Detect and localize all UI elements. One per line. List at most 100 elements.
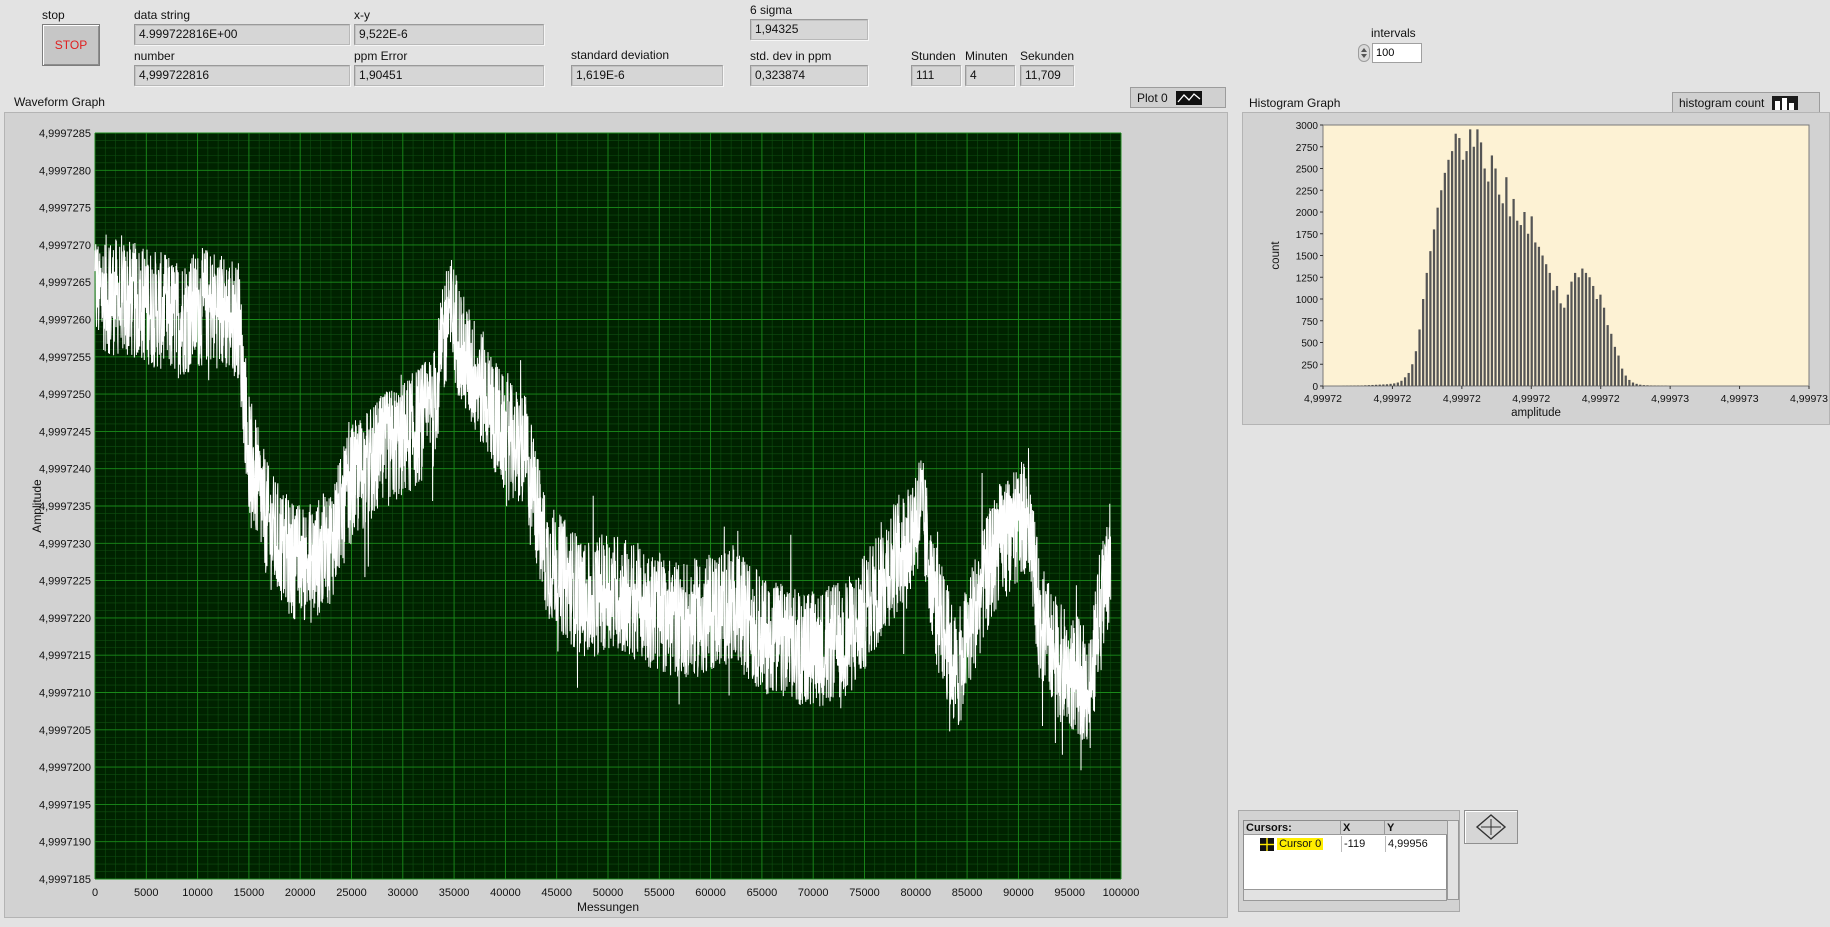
waveform-title: Waveform Graph: [14, 95, 105, 109]
data-string-label: data string: [134, 8, 191, 22]
waveform-plot-area[interactable]: 0 5000 10000 15000 20000 25000 30000 35000 40000…: [5, 113, 1227, 917]
histogram-bar: [1628, 379, 1631, 386]
y-tick-label: 1500: [1296, 252, 1319, 263]
histogram-bar: [1505, 177, 1508, 386]
xy-label: x-y: [354, 8, 370, 22]
histogram-bar: [1526, 233, 1530, 386]
y-tick-label: 1750: [1296, 230, 1319, 241]
histogram-bar: [1624, 375, 1627, 386]
histogram-bar: [1414, 351, 1418, 386]
xy-indicator: 9,522E-6: [354, 24, 544, 45]
y-tick-label: 3000: [1296, 121, 1319, 132]
cursor-header-y: Y: [1385, 821, 1448, 835]
histogram-bar: [1519, 225, 1522, 386]
histogram-bar: [1483, 168, 1486, 386]
histogram-legend-label: histogram count: [1679, 95, 1765, 110]
std-dev-ppm-indicator: 0,323874: [750, 65, 868, 86]
histogram-bar: [1621, 368, 1624, 386]
y-tick-label: 4,9997280: [39, 165, 91, 177]
x-tick-label: 35000: [439, 887, 470, 899]
histogram-bar: [1570, 281, 1573, 386]
x-tick-label: 60000: [695, 887, 726, 899]
cursor-horizontal-scrollbar[interactable]: [1243, 889, 1447, 901]
histogram-bar: [1635, 383, 1638, 386]
crosshair-icon: [1260, 837, 1274, 851]
cursor-name: Cursor 0: [1277, 838, 1324, 850]
y-tick-label: 250: [1301, 360, 1318, 371]
six-sigma-indicator: 1,94325: [750, 19, 868, 40]
histogram-bar: [1646, 385, 1649, 386]
x-tick-label: 4,99973: [1721, 393, 1759, 405]
x-tick-label: 45000: [541, 887, 572, 899]
intervals-label: intervals: [1371, 26, 1416, 40]
y-tick-label: 750: [1301, 317, 1318, 328]
histogram-bar: [1476, 129, 1479, 386]
y-tick-label: 2000: [1296, 208, 1319, 219]
histogram-bar: [1356, 385, 1360, 386]
histogram-bar: [1516, 220, 1519, 386]
x-axis-label: Messungen: [577, 900, 639, 914]
histogram-bar: [1425, 272, 1428, 386]
histogram-bar: [1559, 303, 1562, 386]
histogram-bar: [1378, 384, 1381, 386]
histogram-bar: [1385, 384, 1389, 386]
y-tick-label: 1000: [1296, 295, 1319, 306]
x-tick-label: 90000: [1003, 887, 1034, 899]
cursor-header-name: Cursors:: [1244, 821, 1341, 835]
histogram-bar: [1396, 382, 1399, 386]
waveform-plot-legend[interactable]: Plot 0: [1130, 87, 1226, 108]
histogram-bar: [1537, 246, 1541, 386]
histogram-bar: [1545, 264, 1548, 386]
y-tick-label: 4,9997235: [39, 501, 91, 513]
cursor-y-value[interactable]: 4,99956: [1385, 836, 1448, 852]
cursor-vertical-scrollbar[interactable]: [1447, 820, 1459, 900]
std-dev-indicator: 1,619E-6: [571, 65, 723, 86]
intervals-input[interactable]: [1372, 43, 1422, 63]
seconds-label: Sekunden: [1020, 49, 1075, 63]
line-plot-icon: [1175, 90, 1202, 105]
histogram-bar: [1440, 190, 1443, 386]
histogram-bar: [1429, 251, 1432, 386]
x-tick-label: 40000: [490, 887, 521, 899]
cursor-x-value[interactable]: -119: [1341, 836, 1385, 852]
y-tick-label: 4,9997255: [39, 352, 91, 364]
x-tick-label: 85000: [952, 887, 983, 899]
histogram-plot-legend[interactable]: histogram count: [1672, 92, 1820, 113]
minutes-indicator: 4: [965, 65, 1015, 86]
histogram-bar: [1472, 146, 1475, 386]
cursor-move-button[interactable]: [1464, 810, 1518, 844]
cursor-row-name[interactable]: Cursor 0: [1258, 836, 1341, 852]
stop-button[interactable]: STOP: [42, 24, 100, 66]
histogram-bar: [1422, 299, 1425, 386]
y-tick-label: 4,9997215: [39, 650, 91, 662]
y-tick-label: 1250: [1296, 273, 1319, 284]
number-indicator: 4,999722816: [134, 65, 350, 86]
std-dev-ppm-label: std. dev in ppm: [750, 49, 832, 63]
histogram-bar: [1523, 212, 1526, 386]
ppm-error-label: ppm Error: [354, 49, 408, 63]
y-axis-label: Amplitude: [30, 479, 44, 533]
histogram-bar: [1555, 285, 1559, 386]
x-tick-label: 20000: [285, 887, 316, 899]
stop-button-text: STOP: [54, 38, 88, 52]
x-tick-label: 10000: [182, 887, 213, 899]
diamond-arrows-icon: [1475, 814, 1507, 840]
y-tick-label: 4,9997275: [39, 203, 91, 215]
histogram-bar: [1563, 307, 1566, 386]
x-tick-label: 50000: [593, 887, 624, 899]
histogram-bar: [1432, 229, 1436, 386]
histogram-bar: [1375, 384, 1378, 386]
x-tick-label: 25000: [336, 887, 367, 899]
x-tick-label: 4,99972: [1582, 393, 1620, 405]
y-tick-label: 4,9997285: [39, 128, 91, 140]
x-tick-label: 0: [92, 887, 98, 899]
histogram-bar: [1403, 377, 1407, 386]
histogram-plot-area[interactable]: 0 250 500 750 1000 1250 1500 1750 2000 2250 2500 27…: [1243, 113, 1829, 424]
histogram-bar: [1458, 138, 1461, 386]
hours-indicator: 111: [911, 65, 961, 86]
x-tick-label: 4,99972: [1443, 393, 1481, 405]
y-tick-label: 4,9997225: [39, 576, 91, 588]
intervals-increment-icon[interactable]: [1358, 44, 1370, 62]
histogram-graph: 0 250 500 750 1000 1250 1500 1750 2000 2250 2500 27…: [1242, 112, 1830, 425]
cursor-legend: Cursors: X Y Cursor 0 -119 4,99956: [1238, 810, 1460, 912]
